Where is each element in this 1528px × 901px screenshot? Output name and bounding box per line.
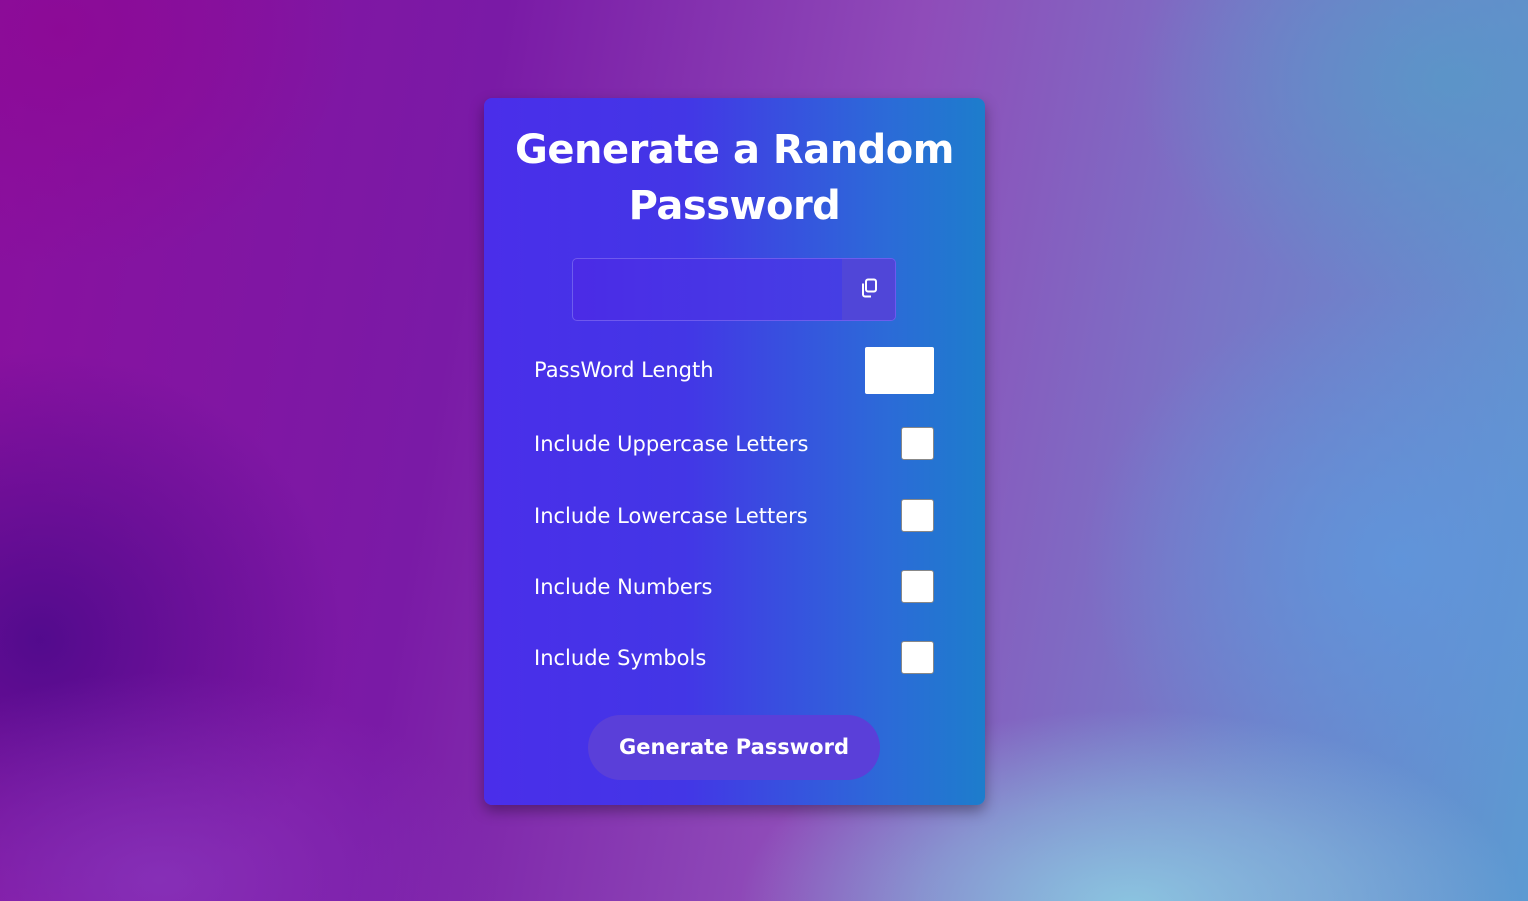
- symbols-checkbox[interactable]: [901, 641, 934, 674]
- page-title: Generate a Random Password: [484, 122, 985, 234]
- title-line-1: Generate a Random: [515, 127, 954, 173]
- lowercase-checkbox[interactable]: [901, 499, 934, 532]
- copy-button[interactable]: [842, 259, 895, 320]
- password-generator-card: Generate a Random Password PassWord Leng…: [484, 98, 985, 805]
- numbers-label: Include Numbers: [534, 575, 713, 599]
- password-result-box: [572, 258, 896, 321]
- uppercase-label: Include Uppercase Letters: [534, 432, 809, 456]
- setting-row-uppercase: Include Uppercase Letters: [534, 424, 934, 464]
- title-line-2: Password: [628, 183, 841, 229]
- setting-row-lowercase: Include Lowercase Letters: [534, 496, 934, 536]
- numbers-checkbox[interactable]: [901, 570, 934, 603]
- password-output[interactable]: [573, 259, 843, 320]
- setting-row-length: PassWord Length: [534, 347, 934, 394]
- symbols-label: Include Symbols: [534, 646, 707, 670]
- uppercase-checkbox[interactable]: [901, 427, 934, 460]
- setting-row-numbers: Include Numbers: [534, 567, 934, 607]
- generate-password-button[interactable]: Generate Password: [588, 715, 880, 780]
- lowercase-label: Include Lowercase Letters: [534, 504, 808, 528]
- length-input[interactable]: [865, 347, 934, 394]
- length-label: PassWord Length: [534, 358, 714, 382]
- copy-icon: [860, 278, 878, 302]
- setting-row-symbols: Include Symbols: [534, 638, 934, 678]
